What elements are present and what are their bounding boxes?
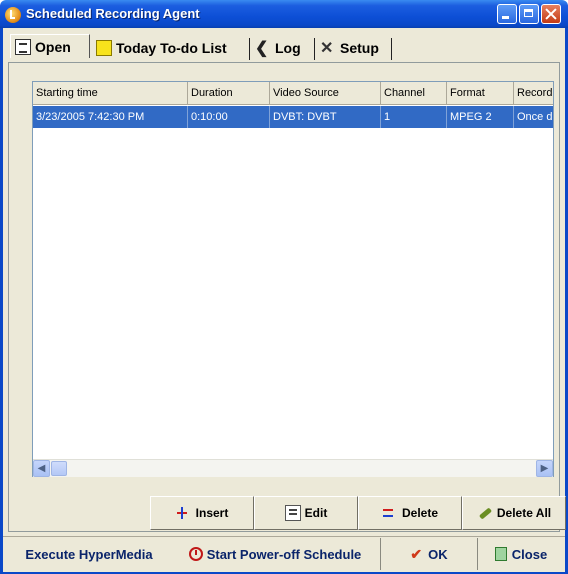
ok-button[interactable]: ✔ OK bbox=[381, 537, 477, 571]
execute-hypermedia-button[interactable]: Execute HyperMedia bbox=[8, 537, 170, 571]
column-header-record[interactable]: Record bbox=[514, 82, 553, 104]
edit-icon bbox=[284, 505, 301, 521]
delete-icon bbox=[382, 505, 398, 521]
close-label: Close bbox=[511, 546, 548, 562]
table-row[interactable]: 3/23/2005 7:42:30 PM 0:10:00 DVBT: DVBT … bbox=[33, 106, 553, 128]
scroll-left-button[interactable]: ◀ bbox=[33, 460, 50, 477]
tab-today-todo-list[interactable]: Today To-do List bbox=[96, 36, 227, 60]
horizontal-scrollbar[interactable]: ◀ ▶ bbox=[33, 459, 553, 477]
table-header: Starting time Duration Video Source Chan… bbox=[33, 82, 553, 105]
exit-door-icon bbox=[494, 547, 507, 561]
edit-label: Edit bbox=[304, 506, 328, 520]
cell-channel: 1 bbox=[381, 106, 447, 128]
column-header-channel[interactable]: Channel bbox=[381, 82, 447, 104]
recordings-table[interactable]: Starting time Duration Video Source Chan… bbox=[32, 81, 554, 477]
insert-button[interactable]: Insert bbox=[150, 496, 254, 530]
tab-setup[interactable]: Setup bbox=[320, 36, 379, 60]
clock-icon bbox=[188, 547, 203, 561]
column-header-video-source[interactable]: Video Source bbox=[270, 82, 381, 104]
delete-all-label: Delete All bbox=[496, 506, 552, 520]
tab-separator bbox=[391, 38, 392, 60]
tab-log[interactable]: Log bbox=[255, 36, 301, 60]
open-icon bbox=[15, 38, 31, 55]
tab-open-label: Open bbox=[35, 38, 71, 55]
maximize-button[interactable] bbox=[519, 4, 539, 24]
window-title: Scheduled Recording Agent bbox=[26, 6, 200, 21]
execute-hypermedia-label: Execute HyperMedia bbox=[25, 546, 153, 562]
app-icon bbox=[5, 7, 21, 23]
start-power-off-schedule-button[interactable]: Start Power-off Schedule bbox=[170, 537, 380, 571]
cell-format: MPEG 2 bbox=[447, 106, 514, 128]
edit-button[interactable]: Edit bbox=[254, 496, 358, 530]
insert-label: Insert bbox=[195, 506, 229, 520]
cell-starting-time: 3/23/2005 7:42:30 PM bbox=[33, 106, 188, 128]
tab-separator bbox=[314, 38, 315, 60]
column-header-duration[interactable]: Duration bbox=[188, 82, 270, 104]
tab-separator bbox=[249, 38, 250, 60]
setup-icon bbox=[320, 38, 336, 58]
cell-record: Once d bbox=[517, 111, 553, 123]
checkmark-icon: ✔ bbox=[410, 545, 423, 562]
scroll-thumb[interactable] bbox=[51, 461, 67, 476]
cell-video-source: DVBT: DVBT bbox=[270, 106, 381, 128]
column-header-format[interactable]: Format bbox=[447, 82, 514, 104]
scroll-right-button[interactable]: ▶ bbox=[536, 460, 553, 477]
tab-setup-label: Setup bbox=[340, 40, 379, 56]
tab-open[interactable]: Open bbox=[10, 34, 90, 58]
close-button[interactable]: Close bbox=[478, 537, 564, 571]
tab-todo-label: Today To-do List bbox=[116, 40, 227, 56]
insert-icon bbox=[176, 505, 192, 521]
broom-icon bbox=[477, 505, 493, 521]
todo-list-icon bbox=[96, 40, 112, 56]
delete-all-button[interactable]: Delete All bbox=[462, 496, 566, 530]
power-off-label: Start Power-off Schedule bbox=[206, 546, 362, 562]
tab-log-label: Log bbox=[275, 40, 301, 56]
delete-label: Delete bbox=[401, 506, 439, 520]
ok-label: OK bbox=[428, 546, 448, 562]
cell-duration: 0:10:00 bbox=[188, 106, 270, 128]
minimize-button[interactable] bbox=[497, 4, 517, 24]
close-window-button[interactable] bbox=[541, 4, 561, 24]
log-icon bbox=[255, 38, 271, 58]
delete-button[interactable]: Delete bbox=[358, 496, 462, 530]
column-header-starting-time[interactable]: Starting time bbox=[33, 82, 188, 104]
